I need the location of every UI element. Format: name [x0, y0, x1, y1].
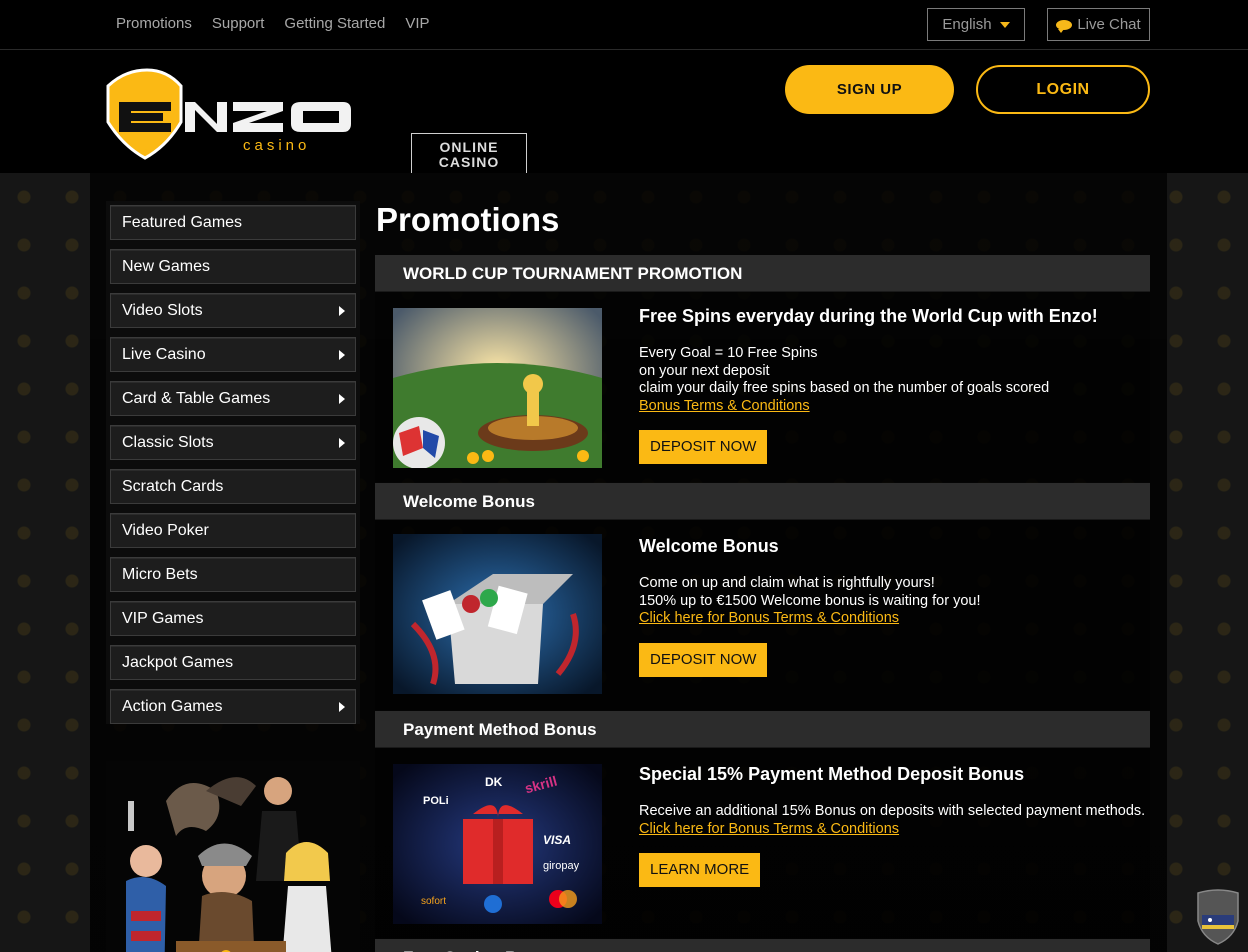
sidebar-item-label: VIP Games — [122, 609, 204, 627]
nav-promotions[interactable]: Promotions — [116, 15, 192, 32]
promo-world-cup: Free Spins everyday during the World Cup… — [375, 292, 1150, 482]
section-heading-payment-bonus: Payment Method Bonus — [375, 711, 1150, 748]
deposit-now-button[interactable]: DEPOSIT NOW — [639, 430, 768, 464]
sidebar-item-jackpot-games[interactable]: Jackpot Games — [110, 645, 356, 680]
chevron-right-icon — [339, 305, 345, 316]
bonus-terms-link[interactable]: Click here for Bonus Terms & Conditions — [639, 610, 1149, 628]
promo-welcome-bonus: Welcome Bonus Come on up and claim what … — [375, 520, 1150, 710]
sidebar-item-label: Video Poker — [122, 521, 209, 539]
promo-payment-method: DK skrill POLi VISA giropay sofort Speci… — [375, 748, 1150, 938]
sidebar-item-label: Live Casino — [122, 345, 206, 363]
sidebar-item-label: New Games — [122, 257, 211, 275]
login-button[interactable]: LOGIN — [976, 65, 1150, 114]
live-chat-button[interactable]: Live Chat — [1047, 8, 1150, 41]
sidebar-item-label: Classic Slots — [122, 433, 214, 451]
sidebar-item-live-casino[interactable]: Live Casino — [110, 337, 356, 372]
promo-title: Special 15% Payment Method Deposit Bonus — [639, 764, 1025, 784]
promo-line: 150% up to €1500 Welcome bonus is waitin… — [639, 592, 981, 609]
chat-bubble-icon — [1056, 19, 1073, 33]
game-characters-artwork — [106, 761, 360, 952]
sidebar-item-card-table-games[interactable]: Card & Table Games — [110, 381, 356, 416]
sidebar-item-new-games[interactable]: New Games — [110, 249, 356, 284]
sidebar-item-scratch-cards[interactable]: Scratch Cards — [110, 469, 356, 504]
page-title: Promotions — [376, 201, 560, 238]
sidebar-item-video-slots[interactable]: Video Slots — [110, 293, 356, 328]
promo-text: Special 15% Payment Method Deposit Bonus… — [639, 764, 1149, 887]
sidebar-item-vip-games[interactable]: VIP Games — [110, 601, 356, 636]
nav-support[interactable]: Support — [212, 15, 265, 32]
section-heading-welcome-bonus: Welcome Bonus — [375, 483, 1150, 520]
sidebar-item-label: Scratch Cards — [122, 477, 224, 495]
sidebar-item-label: Featured Games — [122, 213, 243, 231]
nav-vip[interactable]: VIP — [405, 15, 429, 32]
gift-box-cards-image — [393, 534, 602, 694]
sidebar-item-video-poker[interactable]: Video Poker — [110, 513, 356, 548]
tab-line-2: CASINO — [438, 154, 500, 170]
sidebar: Featured Games New Games Video Slots Live C… — [106, 201, 360, 952]
giropay-logo: giropay — [543, 860, 580, 872]
sofort-logo: sofort — [421, 896, 446, 907]
promo-title: Welcome Bonus — [639, 536, 779, 556]
top-nav: Promotions Support Getting Started VIP — [116, 15, 430, 32]
dk-logo: DK — [485, 775, 503, 789]
promo-line: Come on up and claim what is rightfully … — [639, 575, 935, 591]
sidebar-item-classic-slots[interactable]: Classic Slots — [110, 425, 356, 460]
sign-up-button[interactable]: SIGN UP — [785, 65, 954, 114]
section-heading-world-cup: WORLD CUP TOURNAMENT PROMOTION — [375, 255, 1150, 292]
site-header: casino SIGN UP LOGIN ONLINE CASINO — [0, 50, 1248, 174]
sidebar-item-label: Video Slots — [122, 301, 203, 319]
tab-line-1: ONLINE — [439, 139, 499, 155]
chevron-right-icon — [339, 437, 345, 448]
chevron-right-icon — [339, 349, 345, 360]
visa-logo: VISA — [543, 833, 571, 847]
promo-line: Every Goal = 10 Free Spins — [639, 345, 818, 361]
promo-line: claim your daily free spins based on the… — [639, 380, 1050, 396]
promo-text: Welcome Bonus Come on up and claim what … — [639, 536, 1149, 677]
top-bar: Promotions Support Getting Started VIP E… — [0, 0, 1248, 50]
deposit-now-button[interactable]: DEPOSIT NOW — [639, 642, 768, 677]
promo-line: Receive an additional 15% Bonus on depos… — [639, 803, 1146, 819]
promo-text: Free Spins everyday during the World Cup… — [639, 306, 1149, 464]
sidebar-item-label: Jackpot Games — [122, 653, 234, 671]
enzo-casino-logo[interactable]: casino — [105, 66, 355, 160]
promo-line: on your next deposit — [639, 362, 770, 379]
svg-text:casino: casino — [243, 137, 310, 154]
sidebar-item-micro-bets[interactable]: Micro Bets — [110, 557, 356, 592]
section-heading-free-casino-bonuses: Free Casino Bonuses — [375, 939, 1150, 952]
poli-logo: POLi — [423, 795, 449, 807]
sidebar-item-label: Card & Table Games — [122, 389, 271, 407]
chevron-right-icon — [339, 393, 345, 404]
language-select[interactable]: English — [927, 8, 1025, 41]
content-area: Featured Games New Games Video Slots Live C… — [0, 173, 1248, 952]
bonus-terms-link[interactable]: Click here for Bonus Terms & Conditions — [639, 821, 1149, 839]
payment-gift-image: DK skrill POLi VISA giropay sofort — [393, 764, 602, 924]
world-cup-stadium-image — [393, 308, 602, 468]
curacao-license-badge-icon[interactable] — [1194, 887, 1242, 945]
language-label: English — [942, 16, 992, 33]
sidebar-item-action-games[interactable]: Action Games — [110, 689, 356, 724]
bonus-terms-link[interactable]: Bonus Terms & Conditions — [639, 398, 1149, 416]
chevron-right-icon — [339, 701, 345, 712]
nav-getting-started[interactable]: Getting Started — [284, 15, 385, 32]
sidebar-item-featured-games[interactable]: Featured Games — [110, 205, 356, 240]
live-chat-label: Live Chat — [1077, 16, 1141, 33]
caret-down-icon — [999, 21, 1010, 28]
sidebar-item-label: Micro Bets — [122, 565, 198, 583]
promo-title: Free Spins everyday during the World Cup… — [639, 306, 1098, 326]
sidebar-item-label: Action Games — [122, 697, 223, 715]
learn-more-button[interactable]: LEARN MORE — [639, 853, 761, 887]
game-category-menu: Featured Games New Games Video Slots Live C… — [106, 201, 360, 724]
tab-online-casino[interactable]: ONLINE CASINO — [411, 133, 527, 174]
